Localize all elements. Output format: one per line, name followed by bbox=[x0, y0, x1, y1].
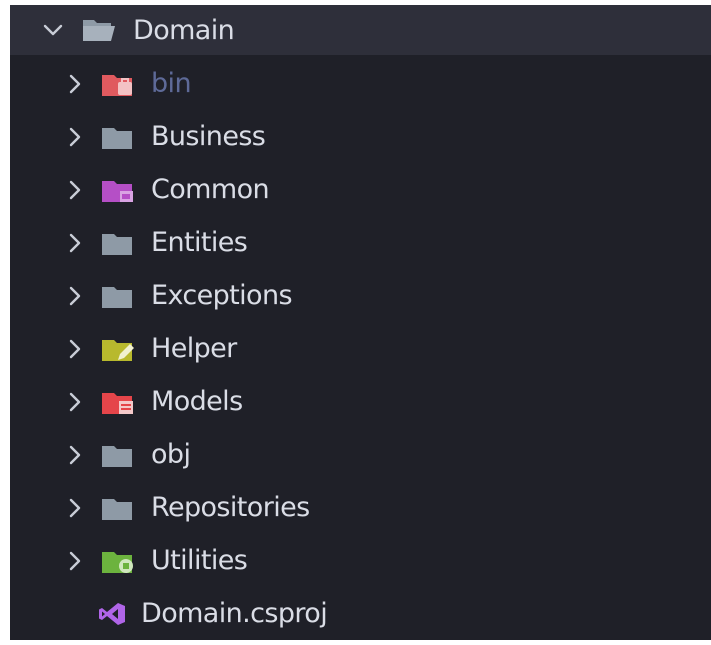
folder-bin-icon bbox=[101, 70, 137, 98]
tree-file-domain-csproj[interactable]: Domain.csproj bbox=[10, 587, 711, 640]
chevron-right-icon[interactable] bbox=[65, 124, 85, 150]
chevron-right-icon[interactable] bbox=[65, 495, 85, 521]
folder-icon bbox=[101, 282, 137, 310]
tree-folder-entities[interactable]: Entities bbox=[10, 216, 711, 269]
tree-folder-label: Business bbox=[151, 121, 266, 152]
tree-folder-helper[interactable]: Helper bbox=[10, 322, 711, 375]
tree-folder-models[interactable]: Models bbox=[10, 375, 711, 428]
tree-folder-label: Exceptions bbox=[151, 280, 293, 311]
tree-root-domain[interactable]: Domain bbox=[10, 5, 711, 55]
tree-folder-label: Models bbox=[151, 386, 243, 417]
tree-folder-repositories[interactable]: Repositories bbox=[10, 481, 711, 534]
tree-folder-bin[interactable]: bin bbox=[10, 57, 711, 110]
folder-icon bbox=[101, 494, 137, 522]
folder-icon bbox=[101, 123, 137, 151]
chevron-right-icon[interactable] bbox=[65, 230, 85, 256]
folder-common-icon bbox=[101, 176, 137, 204]
tree-folder-label: Utilities bbox=[151, 545, 248, 576]
visual-studio-icon bbox=[97, 600, 127, 628]
tree-file-label: Domain.csproj bbox=[141, 598, 328, 629]
chevron-right-icon[interactable] bbox=[65, 548, 85, 574]
tree-folder-common[interactable]: Common bbox=[10, 163, 711, 216]
file-explorer-panel: Domain bin Business Common Entities Exceptio… bbox=[10, 5, 711, 640]
tree-folder-exceptions[interactable]: Exceptions bbox=[10, 269, 711, 322]
chevron-right-icon[interactable] bbox=[65, 283, 85, 309]
chevron-right-icon[interactable] bbox=[65, 389, 85, 415]
tree-folder-label: Helper bbox=[151, 333, 237, 364]
chevron-right-icon[interactable] bbox=[65, 336, 85, 362]
tree-root-label: Domain bbox=[133, 14, 235, 46]
tree-folder-label: Common bbox=[151, 174, 270, 205]
chevron-down-icon[interactable] bbox=[40, 17, 66, 43]
tree-folder-obj[interactable]: obj bbox=[10, 428, 711, 481]
chevron-right-icon[interactable] bbox=[65, 71, 85, 97]
tree-folder-label: Repositories bbox=[151, 492, 310, 523]
chevron-right-icon[interactable] bbox=[65, 177, 85, 203]
tree-folder-label: obj bbox=[151, 439, 191, 470]
tree-folder-utilities[interactable]: Utilities bbox=[10, 534, 711, 587]
folder-models-icon bbox=[101, 388, 137, 416]
chevron-right-icon[interactable] bbox=[65, 442, 85, 468]
folder-utilities-icon bbox=[101, 547, 137, 575]
tree-folder-label: Entities bbox=[151, 227, 248, 258]
folder-open-icon bbox=[81, 16, 117, 44]
folder-icon bbox=[101, 229, 137, 257]
tree-folder-label: bin bbox=[151, 68, 192, 99]
folder-icon bbox=[101, 441, 137, 469]
folder-helper-icon bbox=[101, 335, 137, 363]
tree-folder-business[interactable]: Business bbox=[10, 110, 711, 163]
